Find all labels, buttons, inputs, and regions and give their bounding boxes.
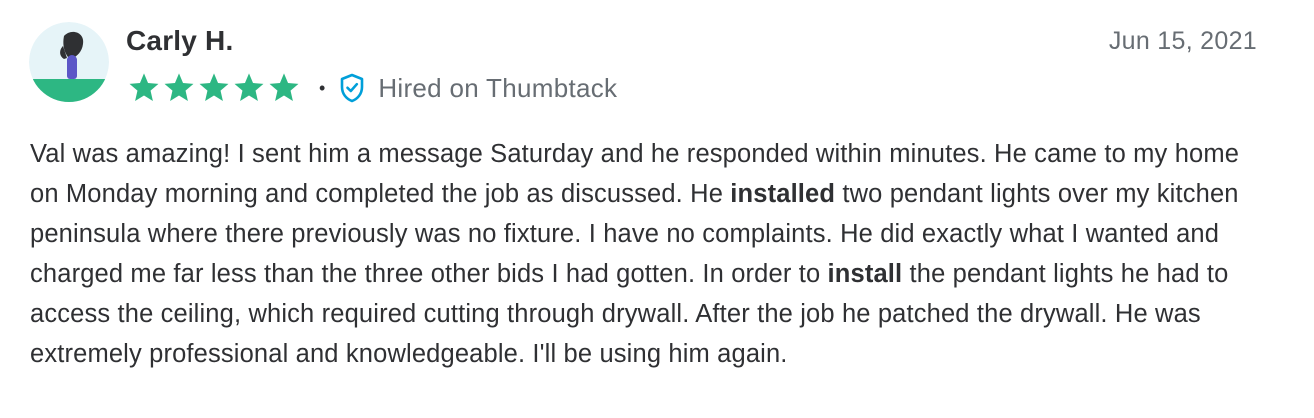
reviewer-name: Carly H. [126,25,234,56]
review-text: Val was amazing! I sent him a message Sa… [30,134,1270,374]
star-icon [162,72,196,104]
star-rating [127,72,301,104]
review-card: Carly H. Jun 15, 2021 • Hired on Thumbta… [0,0,1314,418]
star-icon [127,72,161,104]
star-icon [197,72,231,104]
star-icon [267,72,301,104]
highlighted-keyword: install [827,260,903,288]
review-date: Jun 15, 2021 [1108,27,1257,55]
user-avatar-illustration-icon [29,22,109,102]
star-icon [232,72,266,104]
rating-row: • Hired on Thumbtack [127,70,617,106]
hired-on-thumbtack-label: Hired on Thumbtack [378,72,618,103]
shield-check-icon [339,73,365,103]
separator-dot: • [319,78,326,98]
highlighted-keyword: installed [730,180,836,208]
reviewer-avatar [29,22,109,102]
